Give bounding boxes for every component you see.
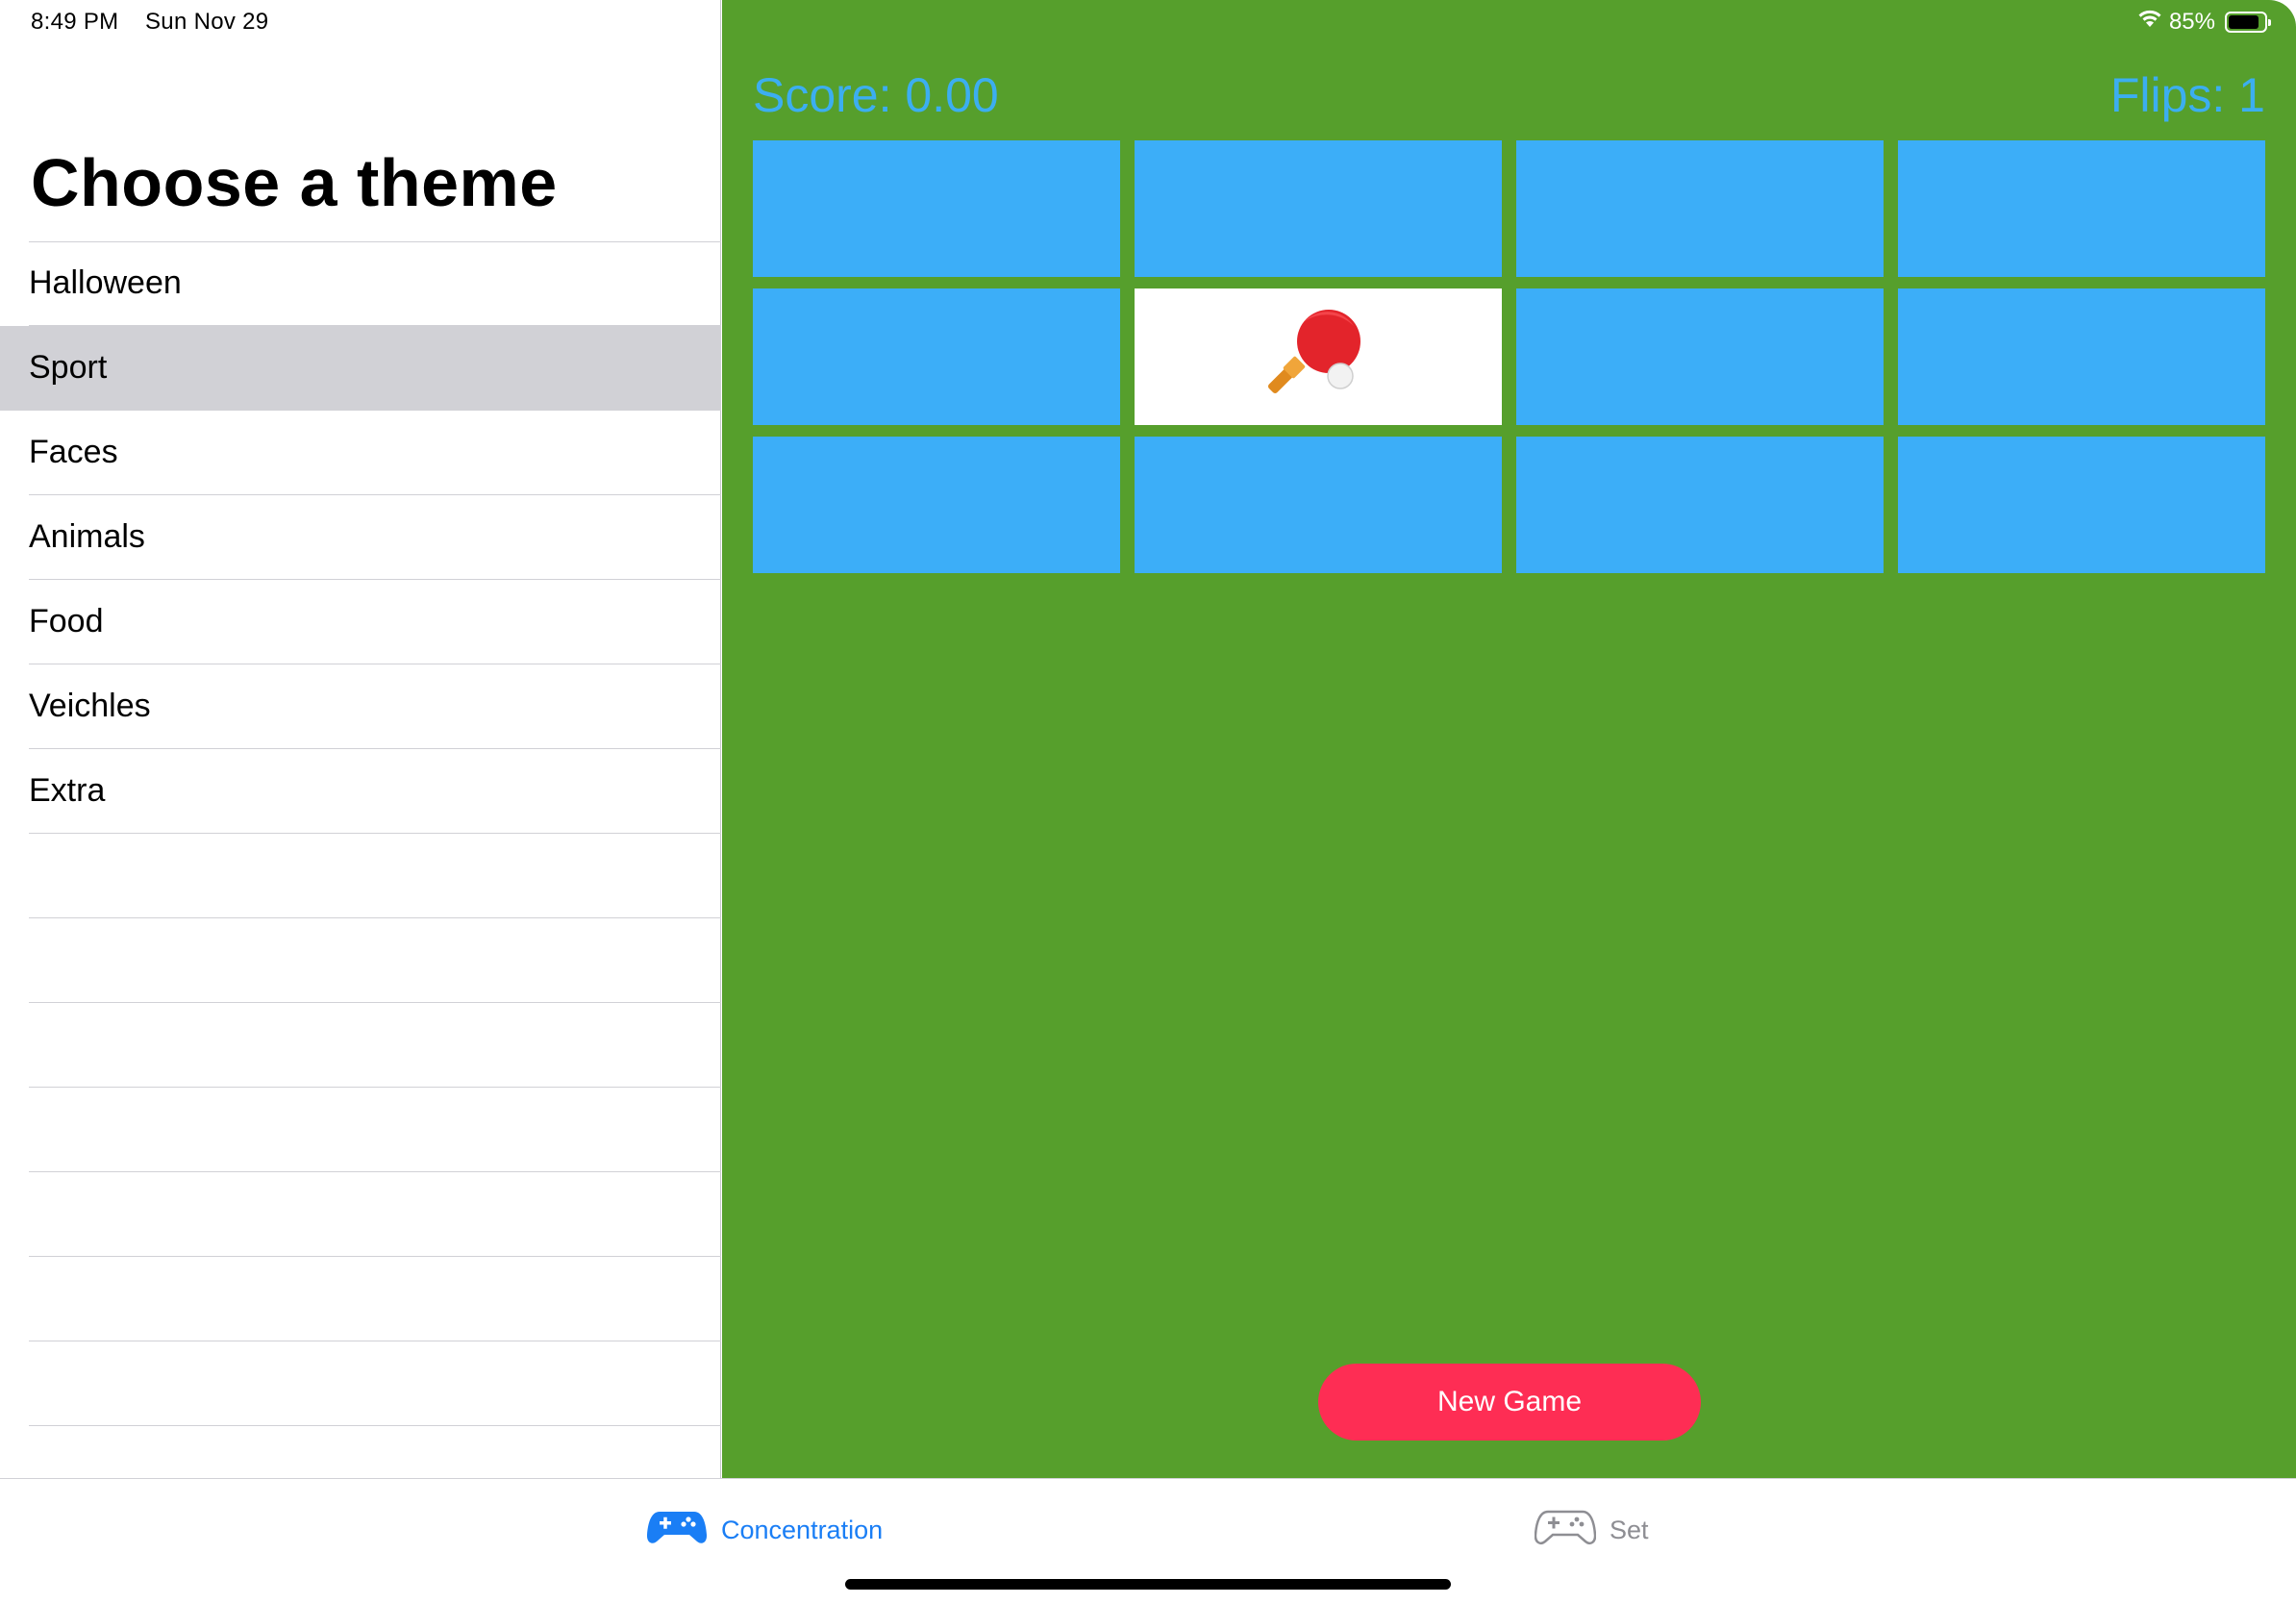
card-face-down[interactable] [1516, 288, 1884, 425]
theme-label: Halloween [29, 264, 182, 301]
status-time: 8:49 PM [31, 9, 119, 35]
theme-label: Veichles [29, 688, 151, 724]
ping-pong-icon [1265, 307, 1371, 408]
status-indicators: 85% [2136, 8, 2271, 36]
game-controller-outline-icon [1534, 1508, 1597, 1553]
theme-row-animals[interactable]: Animals [0, 495, 721, 580]
empty-row [0, 918, 721, 1003]
card-face-down[interactable] [1135, 437, 1502, 573]
card-face-down[interactable] [1516, 140, 1884, 277]
empty-row [0, 1257, 721, 1341]
card-face-down[interactable] [1898, 288, 2265, 425]
wifi-icon [2136, 8, 2163, 36]
theme-label: Food [29, 603, 104, 639]
theme-label: Sport [29, 349, 108, 386]
theme-sidebar: Choose a theme Halloween Sport Faces Animal… [0, 0, 721, 1511]
game-board: Score: 0.00 Flips: 1 New Game [722, 0, 2296, 1478]
theme-label: Animals [29, 518, 145, 555]
tab-set[interactable]: Set [1534, 1508, 1649, 1553]
sidebar-title: Choose a theme [31, 145, 558, 220]
tab-concentration-label: Concentration [721, 1516, 884, 1544]
card-face-down[interactable] [1516, 437, 1884, 573]
card-face-down[interactable] [1135, 140, 1502, 277]
tab-set-label: Set [1610, 1516, 1649, 1544]
card-face-up[interactable] [1135, 288, 1502, 425]
new-game-button[interactable]: New Game [1318, 1364, 1701, 1441]
app-root: Choose a theme Halloween Sport Faces Animal… [0, 0, 2296, 1604]
battery-icon [2225, 11, 2271, 33]
theme-row-extra[interactable]: Extra [0, 749, 721, 834]
theme-label: Extra [29, 772, 106, 809]
theme-row-faces[interactable]: Faces [0, 411, 721, 495]
card-face-down[interactable] [753, 140, 1120, 277]
theme-row-halloween[interactable]: Halloween [0, 241, 721, 326]
status-date: Sun Nov 29 [145, 9, 269, 35]
battery-percent: 85% [2168, 8, 2215, 35]
theme-row-sport[interactable]: Sport [0, 326, 721, 411]
theme-row-veichles[interactable]: Veichles [0, 664, 721, 749]
flips-label: Flips: 1 [2109, 68, 2265, 122]
home-indicator [845, 1579, 1451, 1590]
theme-list: Halloween Sport Faces Animals Food Veichles Ex… [0, 241, 721, 1511]
score-label: Score: 0.00 [753, 68, 999, 122]
card-face-down[interactable] [753, 437, 1120, 573]
empty-row [0, 1172, 721, 1257]
empty-row [0, 1088, 721, 1172]
card-face-down[interactable] [753, 288, 1120, 425]
empty-row [0, 1003, 721, 1088]
card-face-down[interactable] [1898, 140, 2265, 277]
tab-concentration[interactable]: Concentration [646, 1508, 883, 1553]
theme-label: Faces [29, 434, 118, 470]
game-controller-icon [646, 1508, 708, 1553]
empty-row [0, 834, 721, 918]
theme-row-food[interactable]: Food [0, 580, 721, 664]
empty-row [0, 1341, 721, 1426]
card-face-down[interactable] [1898, 437, 2265, 573]
card-grid [753, 140, 2265, 573]
row-separator [29, 241, 721, 242]
